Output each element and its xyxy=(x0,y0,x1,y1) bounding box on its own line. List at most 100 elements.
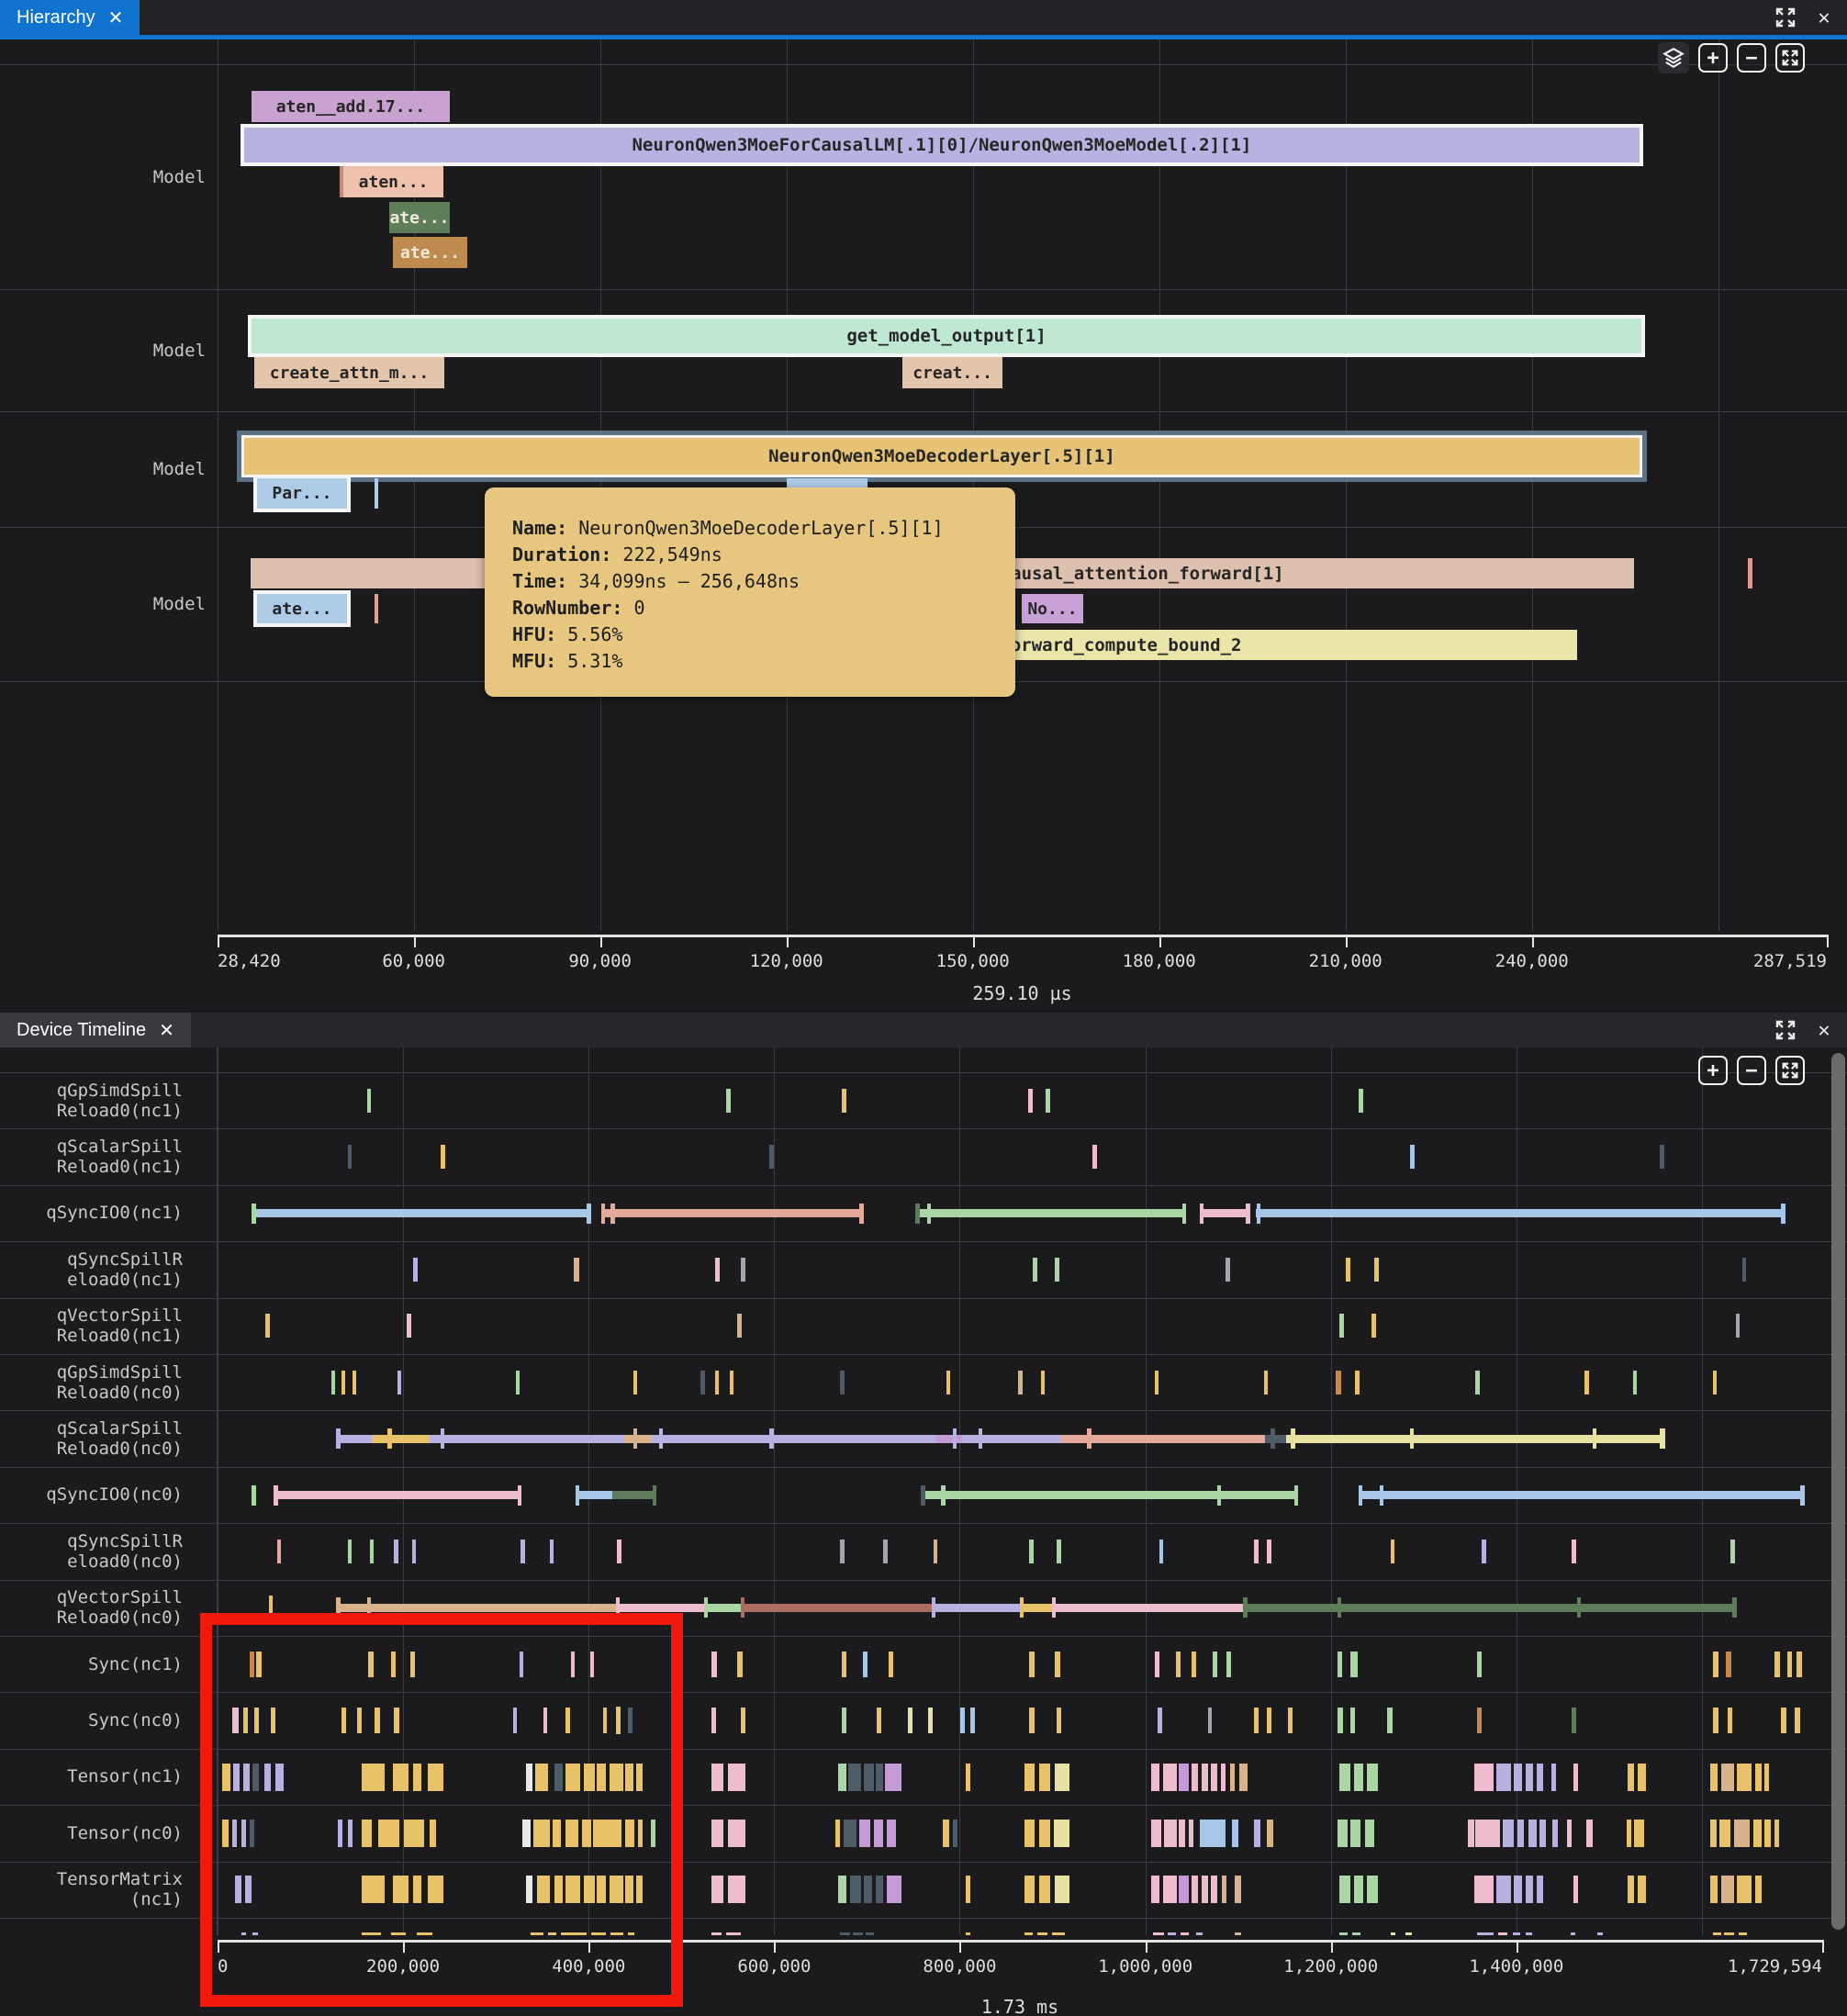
device-segment[interactable] xyxy=(1192,1652,1196,1677)
device-segment[interactable] xyxy=(915,1204,919,1224)
device-segment[interactable] xyxy=(623,1435,651,1443)
device-segment[interactable] xyxy=(966,1876,970,1903)
device-segment[interactable] xyxy=(877,1708,881,1733)
device-segment[interactable] xyxy=(1551,1764,1556,1791)
device-segment[interactable] xyxy=(1742,1258,1747,1282)
device-segment[interactable] xyxy=(711,1652,716,1677)
device-segment[interactable] xyxy=(842,1708,846,1733)
device-segment[interactable] xyxy=(1159,1540,1163,1563)
device-segment[interactable] xyxy=(934,1604,1022,1612)
device-segment[interactable] xyxy=(1468,1820,1474,1847)
device-segment[interactable] xyxy=(705,1604,742,1612)
device-segment[interactable] xyxy=(574,1258,579,1282)
device-segment[interactable] xyxy=(979,1428,982,1449)
hierarchy-bar[interactable]: ate... xyxy=(389,202,450,233)
device-segment[interactable] xyxy=(1710,1764,1718,1791)
device-segment[interactable] xyxy=(1182,1204,1186,1224)
device-segment[interactable] xyxy=(1254,1540,1258,1563)
device-segment[interactable] xyxy=(1235,1876,1241,1903)
tab-device-timeline[interactable]: Device Timeline ✕ xyxy=(0,1013,191,1047)
device-segment[interactable] xyxy=(1294,1485,1298,1506)
device-segment[interactable] xyxy=(617,1540,621,1563)
device-segment[interactable] xyxy=(1202,1764,1208,1791)
device-segment[interactable] xyxy=(1267,1708,1271,1733)
device-segment[interactable] xyxy=(1057,1540,1060,1563)
device-segment[interactable] xyxy=(577,1491,612,1499)
device-segment[interactable] xyxy=(848,1764,861,1791)
device-segment[interactable] xyxy=(516,1371,520,1394)
device-segment[interactable] xyxy=(1158,1708,1162,1733)
device-segment[interactable] xyxy=(659,1428,663,1449)
device-segment[interactable] xyxy=(1354,1876,1363,1903)
device-segment[interactable] xyxy=(617,1604,705,1612)
device-segment[interactable] xyxy=(1710,1820,1717,1847)
device-segment[interactable] xyxy=(1211,1876,1217,1903)
device-segment[interactable] xyxy=(908,1708,912,1733)
device-segment[interactable] xyxy=(1222,1876,1226,1903)
device-segment[interactable] xyxy=(840,1371,844,1394)
device-segment[interactable] xyxy=(769,1428,773,1449)
device-segment[interactable] xyxy=(412,1540,416,1563)
device-segment[interactable] xyxy=(370,1540,374,1563)
device-segment[interactable] xyxy=(1774,1652,1780,1677)
device-segment[interactable] xyxy=(885,1764,901,1791)
device-segment[interactable] xyxy=(1526,1876,1534,1903)
device-segment[interactable] xyxy=(1475,1371,1479,1394)
device-segment[interactable] xyxy=(1726,1652,1731,1677)
device-segment[interactable] xyxy=(1573,1876,1578,1903)
device-segment[interactable] xyxy=(863,1652,868,1677)
device-segment[interactable] xyxy=(1477,1652,1482,1677)
device-segment[interactable] xyxy=(1737,1876,1752,1903)
vertical-scrollbar-thumb[interactable] xyxy=(1831,1053,1845,1930)
device-segment[interactable] xyxy=(348,1145,353,1169)
device-segment[interactable] xyxy=(1176,1652,1181,1677)
device-segment[interactable] xyxy=(715,1371,719,1394)
device-segment[interactable] xyxy=(711,1764,722,1791)
device-segment[interactable] xyxy=(341,1371,345,1394)
device-segment[interactable] xyxy=(1474,1876,1494,1903)
device-segment[interactable] xyxy=(1517,1820,1524,1847)
device-segment[interactable] xyxy=(1573,1764,1578,1791)
device-segment[interactable] xyxy=(331,1371,335,1394)
device-segment[interactable] xyxy=(1526,1764,1534,1791)
device-segment[interactable] xyxy=(887,1820,896,1847)
device-segment[interactable] xyxy=(1764,1764,1769,1791)
device-segment[interactable] xyxy=(1232,1820,1238,1847)
hierarchy-bar[interactable]: No... xyxy=(1022,594,1083,623)
device-segment[interactable] xyxy=(518,1485,521,1506)
device-segment[interactable] xyxy=(1024,1876,1034,1903)
device-segment[interactable] xyxy=(962,1435,1061,1443)
device-segment[interactable] xyxy=(917,1209,1185,1217)
device-segment[interactable] xyxy=(1350,1708,1355,1733)
device-segment[interactable] xyxy=(252,1204,256,1224)
device-segment[interactable] xyxy=(711,1876,722,1903)
device-segment[interactable] xyxy=(711,1820,722,1847)
device-segment[interactable] xyxy=(711,1708,716,1733)
device-segment[interactable] xyxy=(1018,1371,1023,1394)
device-segment[interactable] xyxy=(864,1764,873,1791)
device-segment[interactable] xyxy=(887,1876,901,1903)
device-segment[interactable] xyxy=(1217,1485,1221,1506)
device-segment[interactable] xyxy=(1055,1876,1069,1903)
device-segment[interactable] xyxy=(1192,1876,1198,1903)
device-segment[interactable] xyxy=(1627,1820,1631,1847)
device-segment[interactable] xyxy=(1055,1652,1059,1677)
device-segment[interactable] xyxy=(387,1428,391,1449)
device-segment[interactable] xyxy=(1781,1708,1786,1733)
device-segment[interactable] xyxy=(1713,1371,1717,1394)
hierarchy-bar[interactable]: create_attn_m... xyxy=(254,357,444,388)
hierarchy-bar[interactable]: ate... xyxy=(257,594,347,623)
device-segment[interactable] xyxy=(1634,1820,1643,1847)
device-segment[interactable] xyxy=(1721,1876,1734,1903)
device-segment[interactable] xyxy=(1052,1597,1056,1618)
device-segment[interactable] xyxy=(1028,1089,1033,1113)
device-segment[interactable] xyxy=(1200,1820,1226,1847)
device-segment[interactable] xyxy=(1033,1258,1037,1282)
hierarchy-bar[interactable] xyxy=(375,594,378,623)
device-segment[interactable] xyxy=(394,1540,397,1563)
tab-close-icon[interactable]: ✕ xyxy=(159,1019,174,1042)
device-segment[interactable] xyxy=(1713,1708,1718,1733)
panel-expand-icon[interactable] xyxy=(1774,1018,1797,1042)
device-segment[interactable] xyxy=(407,1314,411,1338)
device-segment[interactable] xyxy=(1087,1428,1091,1449)
